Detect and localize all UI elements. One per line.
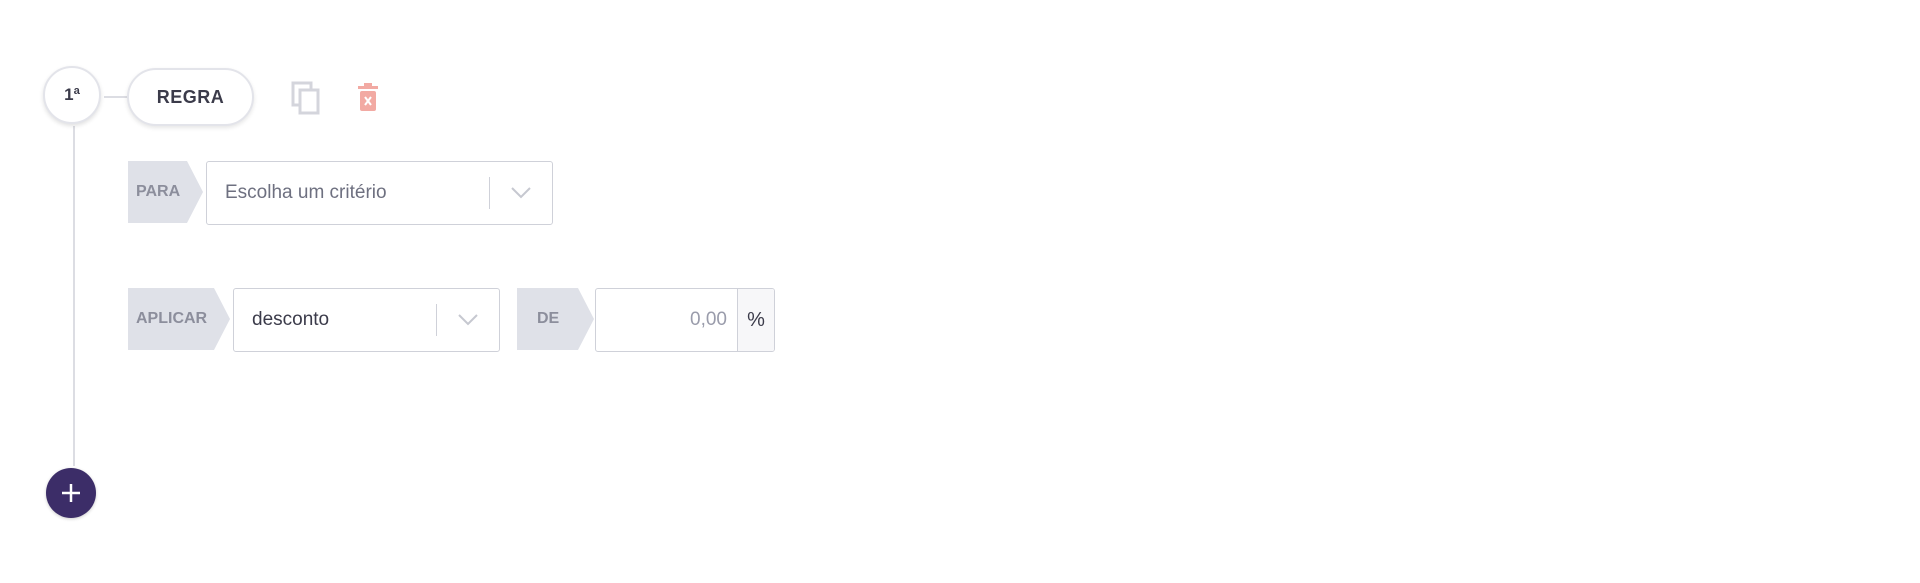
criteria-select[interactable]: Escolha um critério bbox=[206, 161, 553, 225]
rule-editor: 1ª REGRA PARA Escolha um critério APLICA… bbox=[0, 0, 1920, 583]
criteria-select-placeholder: Escolha um critério bbox=[225, 182, 387, 203]
delete-icon bbox=[358, 83, 378, 111]
apply-type-select[interactable]: desconto bbox=[233, 288, 500, 352]
chevron-down-icon bbox=[458, 314, 478, 326]
plus-icon bbox=[62, 484, 80, 502]
timeline-line bbox=[73, 126, 75, 466]
apply-tag: APLICAR bbox=[128, 288, 230, 350]
duplicate-rule-button[interactable] bbox=[288, 80, 324, 116]
copy-icon bbox=[291, 81, 320, 115]
add-rule-button[interactable] bbox=[46, 468, 96, 518]
apply-type-value: desconto bbox=[252, 309, 330, 330]
rule-label-button[interactable]: REGRA bbox=[127, 68, 254, 126]
percent-addon: % bbox=[737, 289, 774, 351]
discount-value-input[interactable] bbox=[596, 289, 737, 351]
chevron-down-icon bbox=[511, 187, 531, 199]
criteria-select-toggle[interactable] bbox=[490, 162, 552, 224]
delete-rule-button[interactable] bbox=[353, 80, 383, 116]
timeline-connector bbox=[104, 96, 128, 98]
value-tag: DE bbox=[517, 288, 594, 350]
apply-type-select-toggle[interactable] bbox=[437, 289, 499, 351]
discount-value-group: % bbox=[595, 288, 775, 352]
rule-number-badge: 1ª bbox=[43, 66, 101, 124]
criteria-tag: PARA bbox=[128, 161, 203, 223]
